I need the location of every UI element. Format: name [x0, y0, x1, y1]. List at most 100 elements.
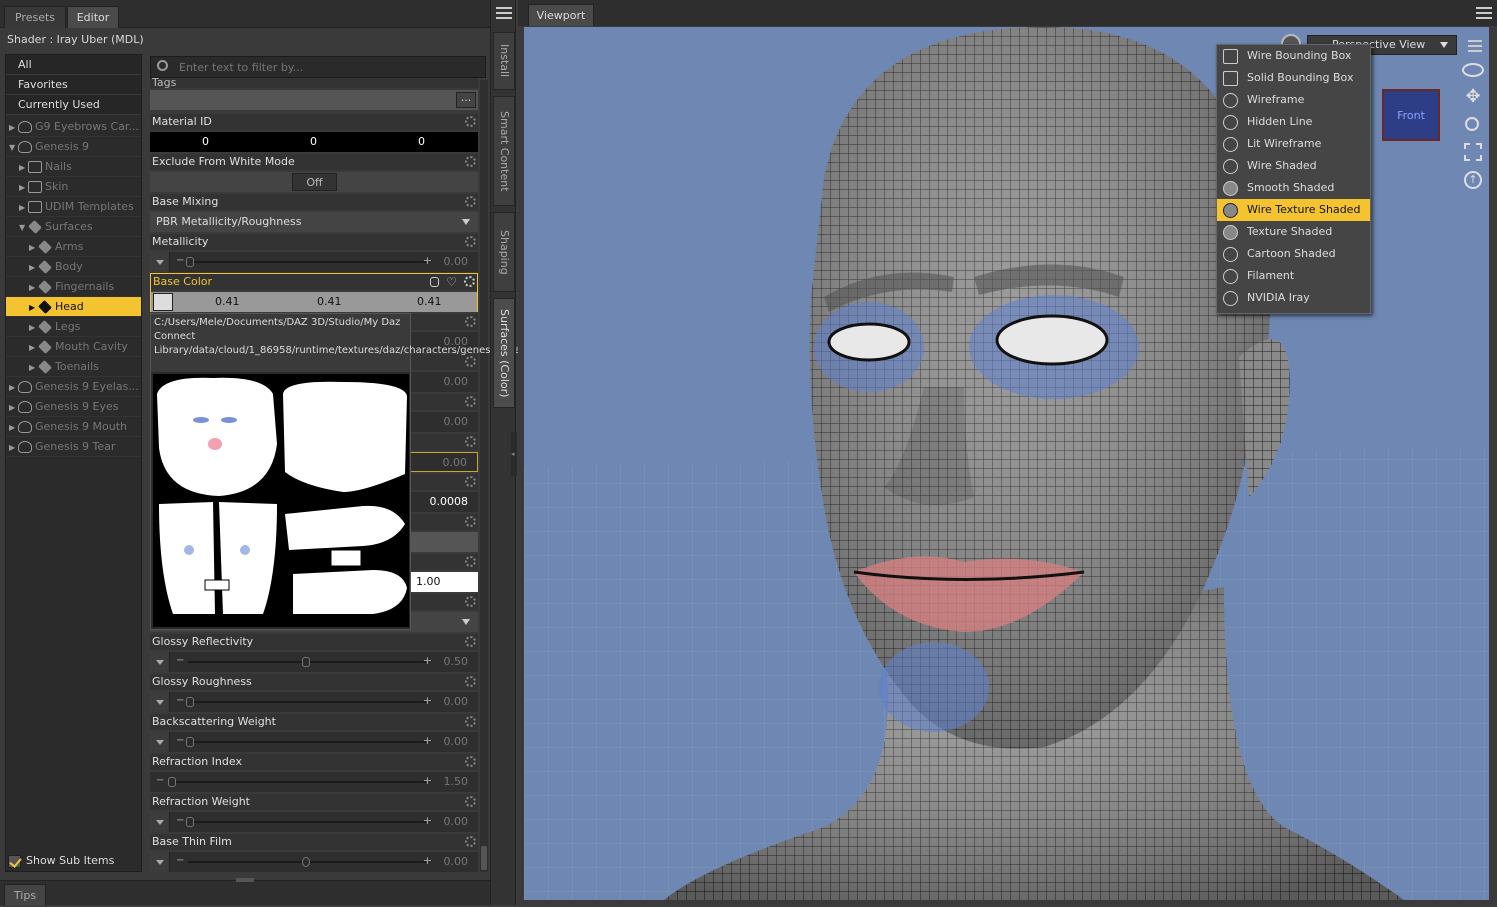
- tree-node[interactable]: ▶ Genesis 9 Eyes: [6, 397, 141, 417]
- expand-arrow-icon[interactable]: ▶: [29, 258, 38, 276]
- gear-icon[interactable]: [465, 796, 476, 807]
- slider-track[interactable]: [168, 781, 426, 783]
- base-thin-film-value[interactable]: 0.00: [444, 855, 469, 868]
- base-thin-film-slider[interactable]: − +0.00: [150, 852, 478, 872]
- metallicity-slider[interactable]: − + 0.00: [150, 252, 478, 272]
- plus-icon[interactable]: +: [423, 734, 432, 747]
- expand-arrow-icon[interactable]: ▶: [29, 238, 38, 256]
- slider-track[interactable]: [188, 821, 426, 823]
- material-id-g[interactable]: 0: [310, 135, 317, 148]
- frame-icon[interactable]: [1464, 143, 1482, 161]
- slider-knob[interactable]: [186, 257, 194, 267]
- tree-node[interactable]: ▶ Genesis 9 Tear: [6, 437, 141, 457]
- tree-category-currently-used[interactable]: Currently Used: [6, 95, 141, 115]
- minus-icon[interactable]: −: [176, 695, 184, 706]
- slider-knob[interactable]: [302, 657, 310, 667]
- minus-icon[interactable]: −: [156, 775, 164, 786]
- slider-knob[interactable]: [302, 857, 310, 867]
- glossy-roughness-value[interactable]: 0.00: [444, 695, 469, 708]
- exclude-toggle[interactable]: Off: [150, 172, 478, 192]
- pane-menu-icon[interactable]: [496, 7, 512, 19]
- dropdown-icon[interactable]: [150, 692, 170, 712]
- heart-icon[interactable]: ♡: [446, 275, 457, 289]
- viewport-options-icon[interactable]: [1468, 40, 1482, 52]
- tree-category-favorites[interactable]: Favorites: [6, 75, 141, 95]
- menu-item-draw-style[interactable]: NVIDIA Iray: [1217, 287, 1370, 309]
- refraction-weight-value[interactable]: 0.00: [444, 815, 469, 828]
- hidden-value[interactable]: 0.00: [443, 456, 468, 469]
- hidden-value[interactable]: 0.0008: [430, 495, 469, 508]
- tags-field[interactable]: ...: [150, 90, 478, 110]
- glossy-roughness-slider[interactable]: − +0.00: [150, 692, 478, 712]
- tab-install[interactable]: Install: [493, 32, 515, 90]
- menu-item-draw-style[interactable]: Wireframe: [1217, 89, 1370, 111]
- menu-item-draw-style[interactable]: Wire Bounding Box: [1217, 45, 1370, 67]
- tab-viewport[interactable]: Viewport: [528, 4, 594, 26]
- plus-icon[interactable]: +: [423, 254, 432, 267]
- slider-knob[interactable]: [186, 737, 194, 747]
- viewport-menu-icon[interactable]: [1476, 7, 1492, 19]
- expand-arrow-icon[interactable]: ▶: [19, 178, 28, 196]
- gear-icon[interactable]: [465, 836, 476, 847]
- tree-node[interactable]: ▶ Genesis 9 Eyelas...: [6, 377, 141, 397]
- navigation-cube[interactable]: Front: [1382, 89, 1440, 141]
- expand-arrow-icon[interactable]: ▼: [19, 218, 28, 236]
- tab-shaping[interactable]: Shaping: [493, 212, 515, 292]
- dropdown-icon[interactable]: [150, 652, 170, 672]
- menu-item-draw-style[interactable]: Smooth Shaded: [1217, 177, 1370, 199]
- expand-arrow-icon[interactable]: ▶: [9, 118, 18, 136]
- hidden-value[interactable]: 0.00: [444, 375, 469, 388]
- tab-presets[interactable]: Presets: [4, 6, 66, 28]
- tree-node[interactable]: ▶ Skin: [6, 177, 141, 197]
- menu-item-draw-style[interactable]: Hidden Line: [1217, 111, 1370, 133]
- scrollbar-thumb[interactable]: [481, 846, 487, 870]
- expand-arrow-icon[interactable]: ▶: [19, 158, 28, 176]
- tree-node[interactable]: ▶ Genesis 9 Mouth: [6, 417, 141, 437]
- expand-arrow-icon[interactable]: ▶: [9, 398, 18, 416]
- props-scrollbar[interactable]: [480, 80, 488, 872]
- show-sub-items-checkbox[interactable]: Show Sub Items: [8, 853, 138, 869]
- base-color-g[interactable]: 0.41: [317, 295, 342, 308]
- menu-item-draw-style[interactable]: Lit Wireframe: [1217, 133, 1370, 155]
- expand-arrow-icon[interactable]: ▶: [9, 418, 18, 436]
- expand-arrow-icon[interactable]: ▶: [29, 298, 38, 316]
- menu-item-draw-style[interactable]: Wire Texture Shaded: [1217, 199, 1370, 221]
- gear-icon[interactable]: [465, 556, 476, 567]
- gear-icon[interactable]: [465, 116, 476, 127]
- tab-smart-content[interactable]: Smart Content: [493, 96, 515, 206]
- menu-item-draw-style[interactable]: Cartoon Shaded: [1217, 243, 1370, 265]
- tree-node[interactable]: ▼ Surfaces: [6, 217, 141, 237]
- gear-icon[interactable]: [465, 756, 476, 767]
- base-color-r[interactable]: 0.41: [215, 295, 240, 308]
- refraction-weight-slider[interactable]: − +0.00: [150, 812, 478, 832]
- tree-node[interactable]: ▼ Genesis 9: [6, 137, 141, 157]
- minus-icon[interactable]: −: [176, 855, 184, 866]
- base-mixing-select[interactable]: PBR Metallicity/Roughness: [150, 212, 478, 232]
- gear-icon[interactable]: [465, 476, 476, 487]
- tree-node[interactable]: ▶ Mouth Cavity: [6, 337, 141, 357]
- expand-arrow-icon[interactable]: ▶: [9, 378, 18, 396]
- metallicity-value[interactable]: 0.00: [444, 255, 469, 268]
- ellipsis-icon[interactable]: ...: [456, 92, 476, 108]
- base-color-fields[interactable]: 0.41 0.41 0.41: [151, 292, 477, 312]
- slider-track[interactable]: [188, 701, 426, 703]
- orbit-icon[interactable]: [1462, 63, 1484, 77]
- tree-node[interactable]: ▶ UDIM Templates: [6, 197, 141, 217]
- menu-item-draw-style[interactable]: Solid Bounding Box: [1217, 67, 1370, 89]
- zoom-icon[interactable]: [1465, 117, 1479, 131]
- dropdown-icon[interactable]: [150, 732, 170, 752]
- expand-arrow-icon[interactable]: ▶: [29, 358, 38, 376]
- gear-icon[interactable]: [465, 356, 476, 367]
- material-id-b[interactable]: 0: [418, 135, 425, 148]
- reset-view-icon[interactable]: ↑: [1464, 171, 1482, 189]
- minus-icon[interactable]: −: [176, 735, 184, 746]
- plus-icon[interactable]: +: [423, 654, 432, 667]
- minus-icon[interactable]: −: [176, 655, 184, 666]
- plus-icon[interactable]: +: [423, 694, 432, 707]
- glossy-reflectivity-slider[interactable]: − +0.50: [150, 652, 478, 672]
- gear-icon[interactable]: [465, 236, 476, 247]
- tree-node[interactable]: ▶ Body: [6, 257, 141, 277]
- tree-node[interactable]: ▶ Toenails: [6, 357, 141, 377]
- gear-icon[interactable]: [465, 596, 476, 607]
- refraction-index-slider[interactable]: − +1.50: [150, 772, 478, 792]
